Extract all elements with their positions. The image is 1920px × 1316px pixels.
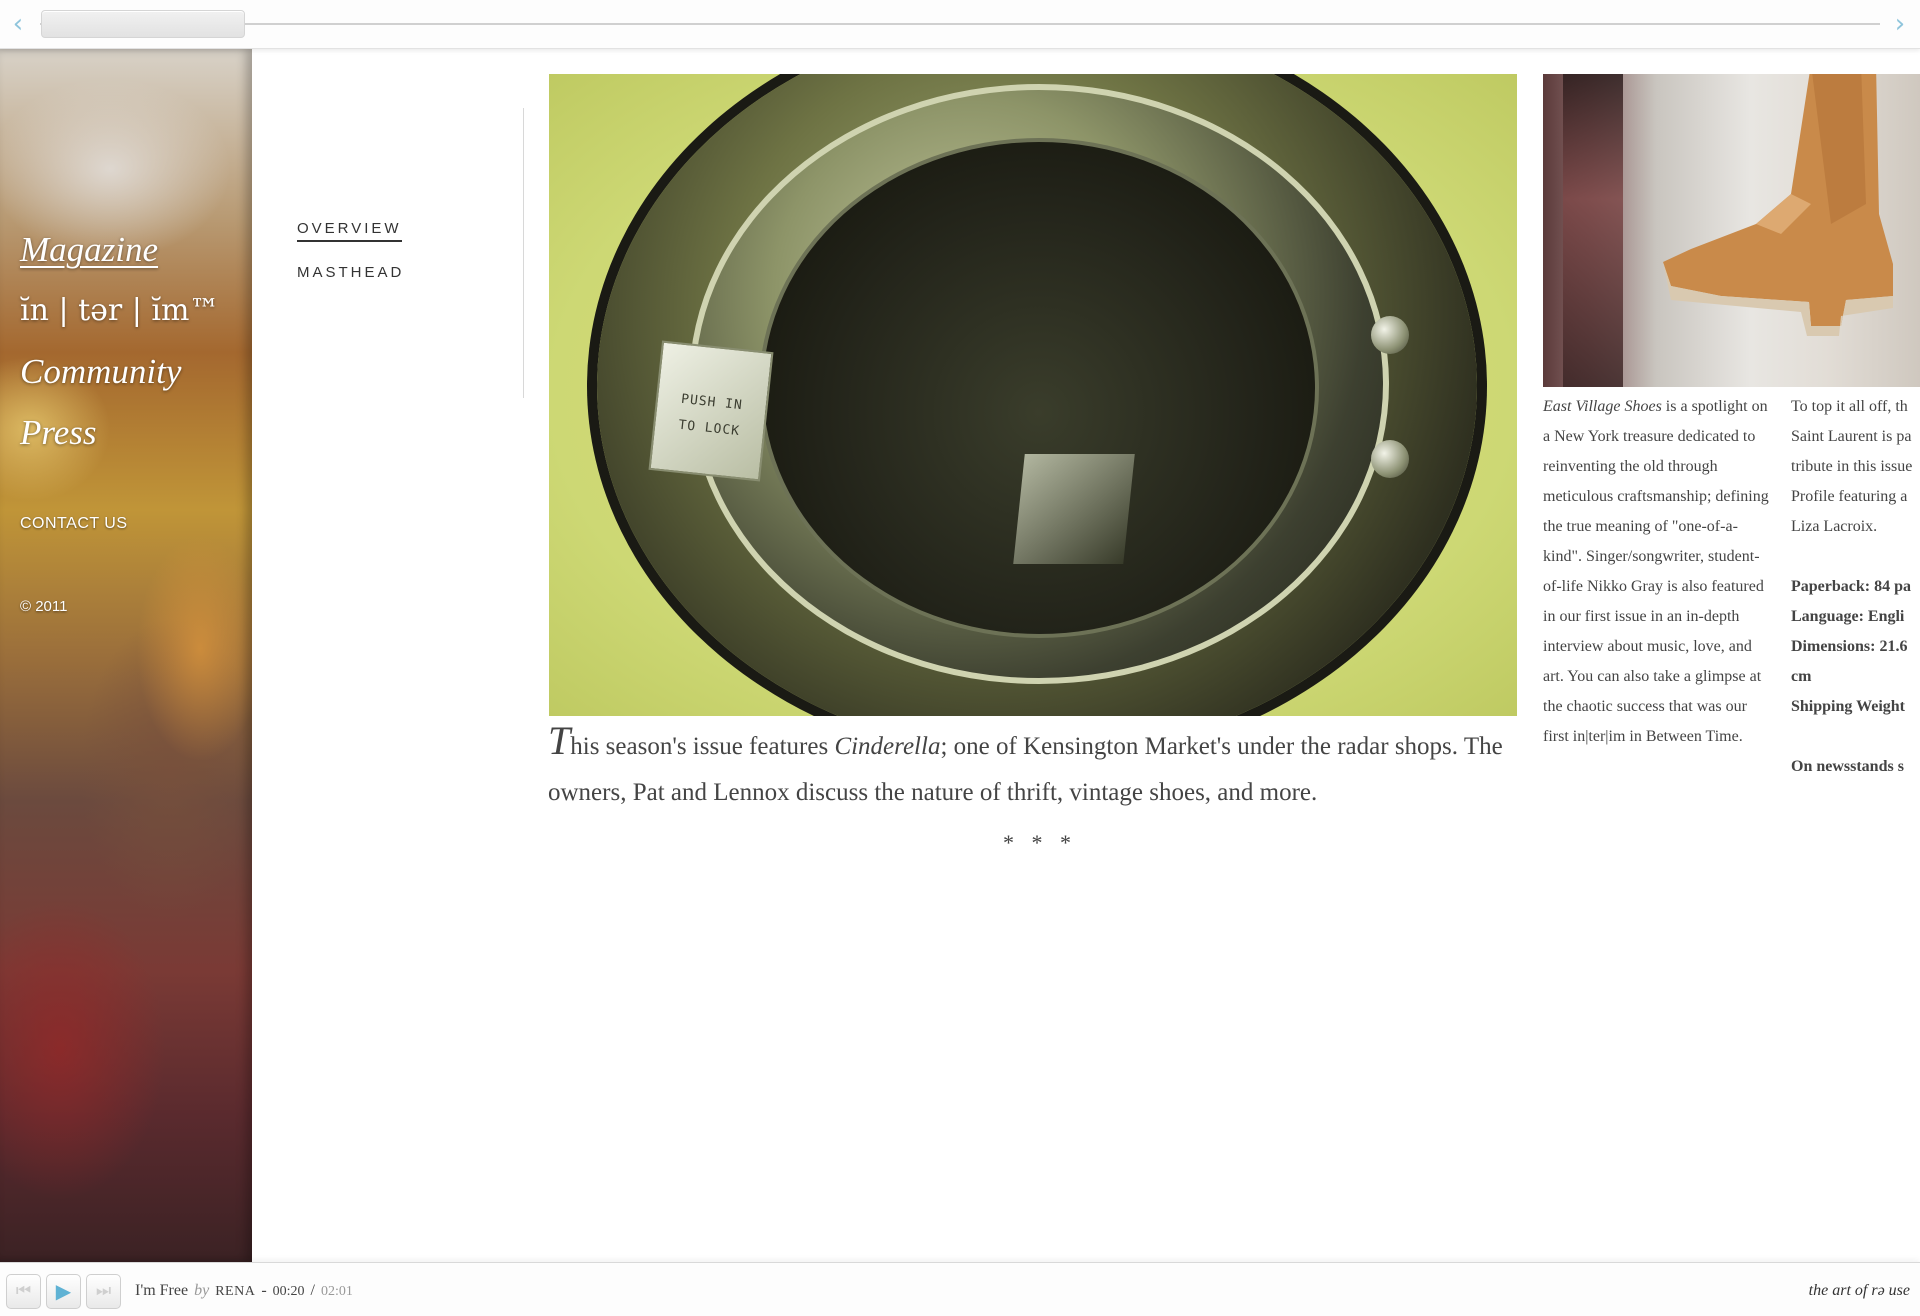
article-line: To top it all off, th [1791, 398, 1908, 415]
hinge-bolt [1371, 316, 1409, 354]
nav-press[interactable]: Press [20, 402, 219, 463]
subnav-masthead[interactable]: MASTHEAD [297, 264, 404, 281]
sidebar: Magazine ĭn | tər | ĭm™ Community Press … [0, 49, 252, 1262]
drop-cap: T [548, 718, 571, 763]
track-separator: - [261, 1282, 267, 1299]
track-artist: RENA [215, 1284, 256, 1299]
scroll-right-arrow-icon[interactable]: › [1890, 10, 1910, 38]
section-separator: * * * [1003, 830, 1077, 855]
subnav-divider [523, 108, 524, 398]
section-subnav: OVERVIEW MASTHEAD [297, 108, 524, 398]
newsstands-note: On newsstands s [1791, 758, 1904, 775]
washing-machine-photo: PUSH IN TO LOCK [549, 74, 1517, 716]
top-scroller: ‹ › [0, 0, 1920, 49]
door-latch: PUSH IN TO LOCK [648, 340, 774, 482]
spec-list: Paperback: 84 pa Language: Engli Dimensi… [1791, 572, 1920, 722]
copyright: © 2011 [20, 598, 68, 615]
play-icon[interactable]: ▶ [46, 1274, 81, 1309]
nav-magazine[interactable]: Magazine [20, 219, 219, 280]
background-shelf [1563, 74, 1623, 387]
article-line: Saint Laurent is pa [1791, 428, 1912, 445]
spec-language: Language: Engli [1791, 608, 1905, 625]
scroll-left-arrow-icon[interactable]: ‹ [8, 10, 28, 38]
track-info: I'm Free by RENA -00:20 / 02:01 [135, 1282, 353, 1300]
spec-shipping-weight: Shipping Weight [1791, 698, 1905, 715]
subnav-overview[interactable]: OVERVIEW [297, 220, 402, 242]
next-track-icon[interactable]: ⏭ [86, 1274, 121, 1309]
nav-community[interactable]: Community [20, 341, 219, 402]
previous-track-icon[interactable]: ⏮ [6, 1274, 41, 1309]
caption-text-1: his season's issue features [570, 733, 835, 760]
hinge-bolt [1371, 440, 1409, 478]
article-line: Profile featuring a [1791, 488, 1908, 505]
article-lead: East Village Shoes [1543, 398, 1662, 415]
caption-emphasis: Cinderella [834, 733, 941, 760]
track-current-time: 00:20 [272, 1284, 305, 1299]
track-title: I'm Free [135, 1282, 189, 1299]
audio-player: ⏮ ▶ ⏭ I'm Free by RENA -00:20 / 02:01 the art… [0, 1262, 1920, 1316]
article-body: is a spotlight on a New York treasure de… [1543, 398, 1769, 745]
scroll-thumb[interactable] [41, 10, 245, 38]
contact-us-link[interactable]: CONTACT US [20, 515, 128, 533]
tagline: the art of rə use [1808, 1282, 1910, 1299]
time-slash: / [310, 1282, 315, 1299]
track-by: by [194, 1282, 210, 1299]
spec-dimensions-unit: cm [1791, 668, 1812, 685]
article-column-2: To top it all off, th Saint Laurent is p… [1791, 392, 1920, 782]
main-nav: Magazine ĭn | tər | ĭm™ Community Press [20, 219, 219, 463]
boot-photo [1543, 74, 1920, 387]
scroll-track[interactable] [40, 23, 1880, 25]
nav-interim[interactable]: ĭn | tər | ĭm™ [20, 280, 219, 341]
article-column-1: East Village Shoes is a spotlight on a N… [1543, 392, 1773, 752]
boot-illustration [1663, 74, 1893, 336]
spec-dimensions: Dimensions: 21.6 [1791, 638, 1908, 655]
track-total-time: 02:01 [321, 1284, 353, 1299]
article-line: tribute in this issue [1791, 458, 1913, 475]
spec-paperback: Paperback: 84 pa [1791, 578, 1911, 595]
issue-caption: This season's issue features Cinderella;… [548, 721, 1528, 816]
glass-reflection [1013, 454, 1135, 564]
article-line: Liza Lacroix. [1791, 518, 1878, 535]
